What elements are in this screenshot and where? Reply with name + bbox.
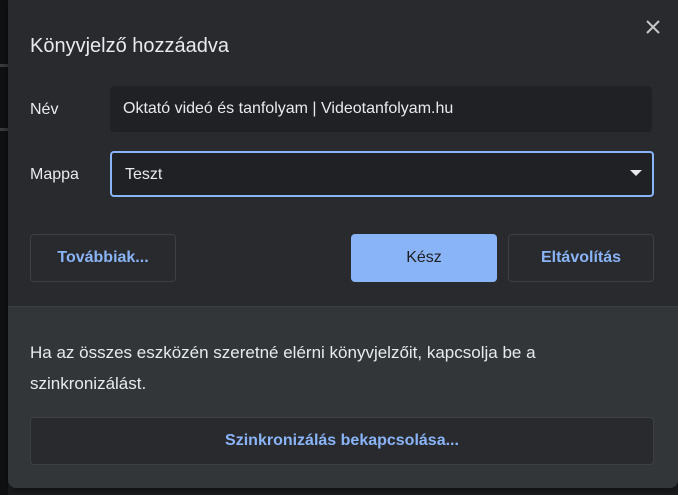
folder-label: Mappa [30,166,79,183]
dropdown-arrow-icon [630,170,642,176]
done-button[interactable]: Kész [351,234,497,282]
bookmark-added-dialog: Könyvjelző hozzáadva Név Mappa Teszt Tov… [8,0,678,488]
turn-on-sync-button[interactable]: Szinkronizálás bekapcsolása... [30,417,654,465]
folder-selected-value: Teszt [125,166,163,183]
more-button[interactable]: Továbbiak... [30,234,176,282]
background-divider [0,64,8,67]
name-label: Név [30,101,59,118]
background-window-edge [0,0,8,495]
background-divider [0,128,8,131]
close-icon [646,20,660,34]
folder-select[interactable]: Teszt [110,151,654,197]
bookmark-name-input[interactable] [110,86,652,132]
sync-promo-footer: Ha az összes eszközén szeretné elérni kö… [8,306,678,488]
sync-promo-text: Ha az összes eszközén szeretné elérni kö… [30,343,536,393]
dialog-title: Könyvjelző hozzáadva [30,35,230,57]
close-button[interactable] [642,16,664,38]
remove-button[interactable]: Eltávolítás [508,234,654,282]
